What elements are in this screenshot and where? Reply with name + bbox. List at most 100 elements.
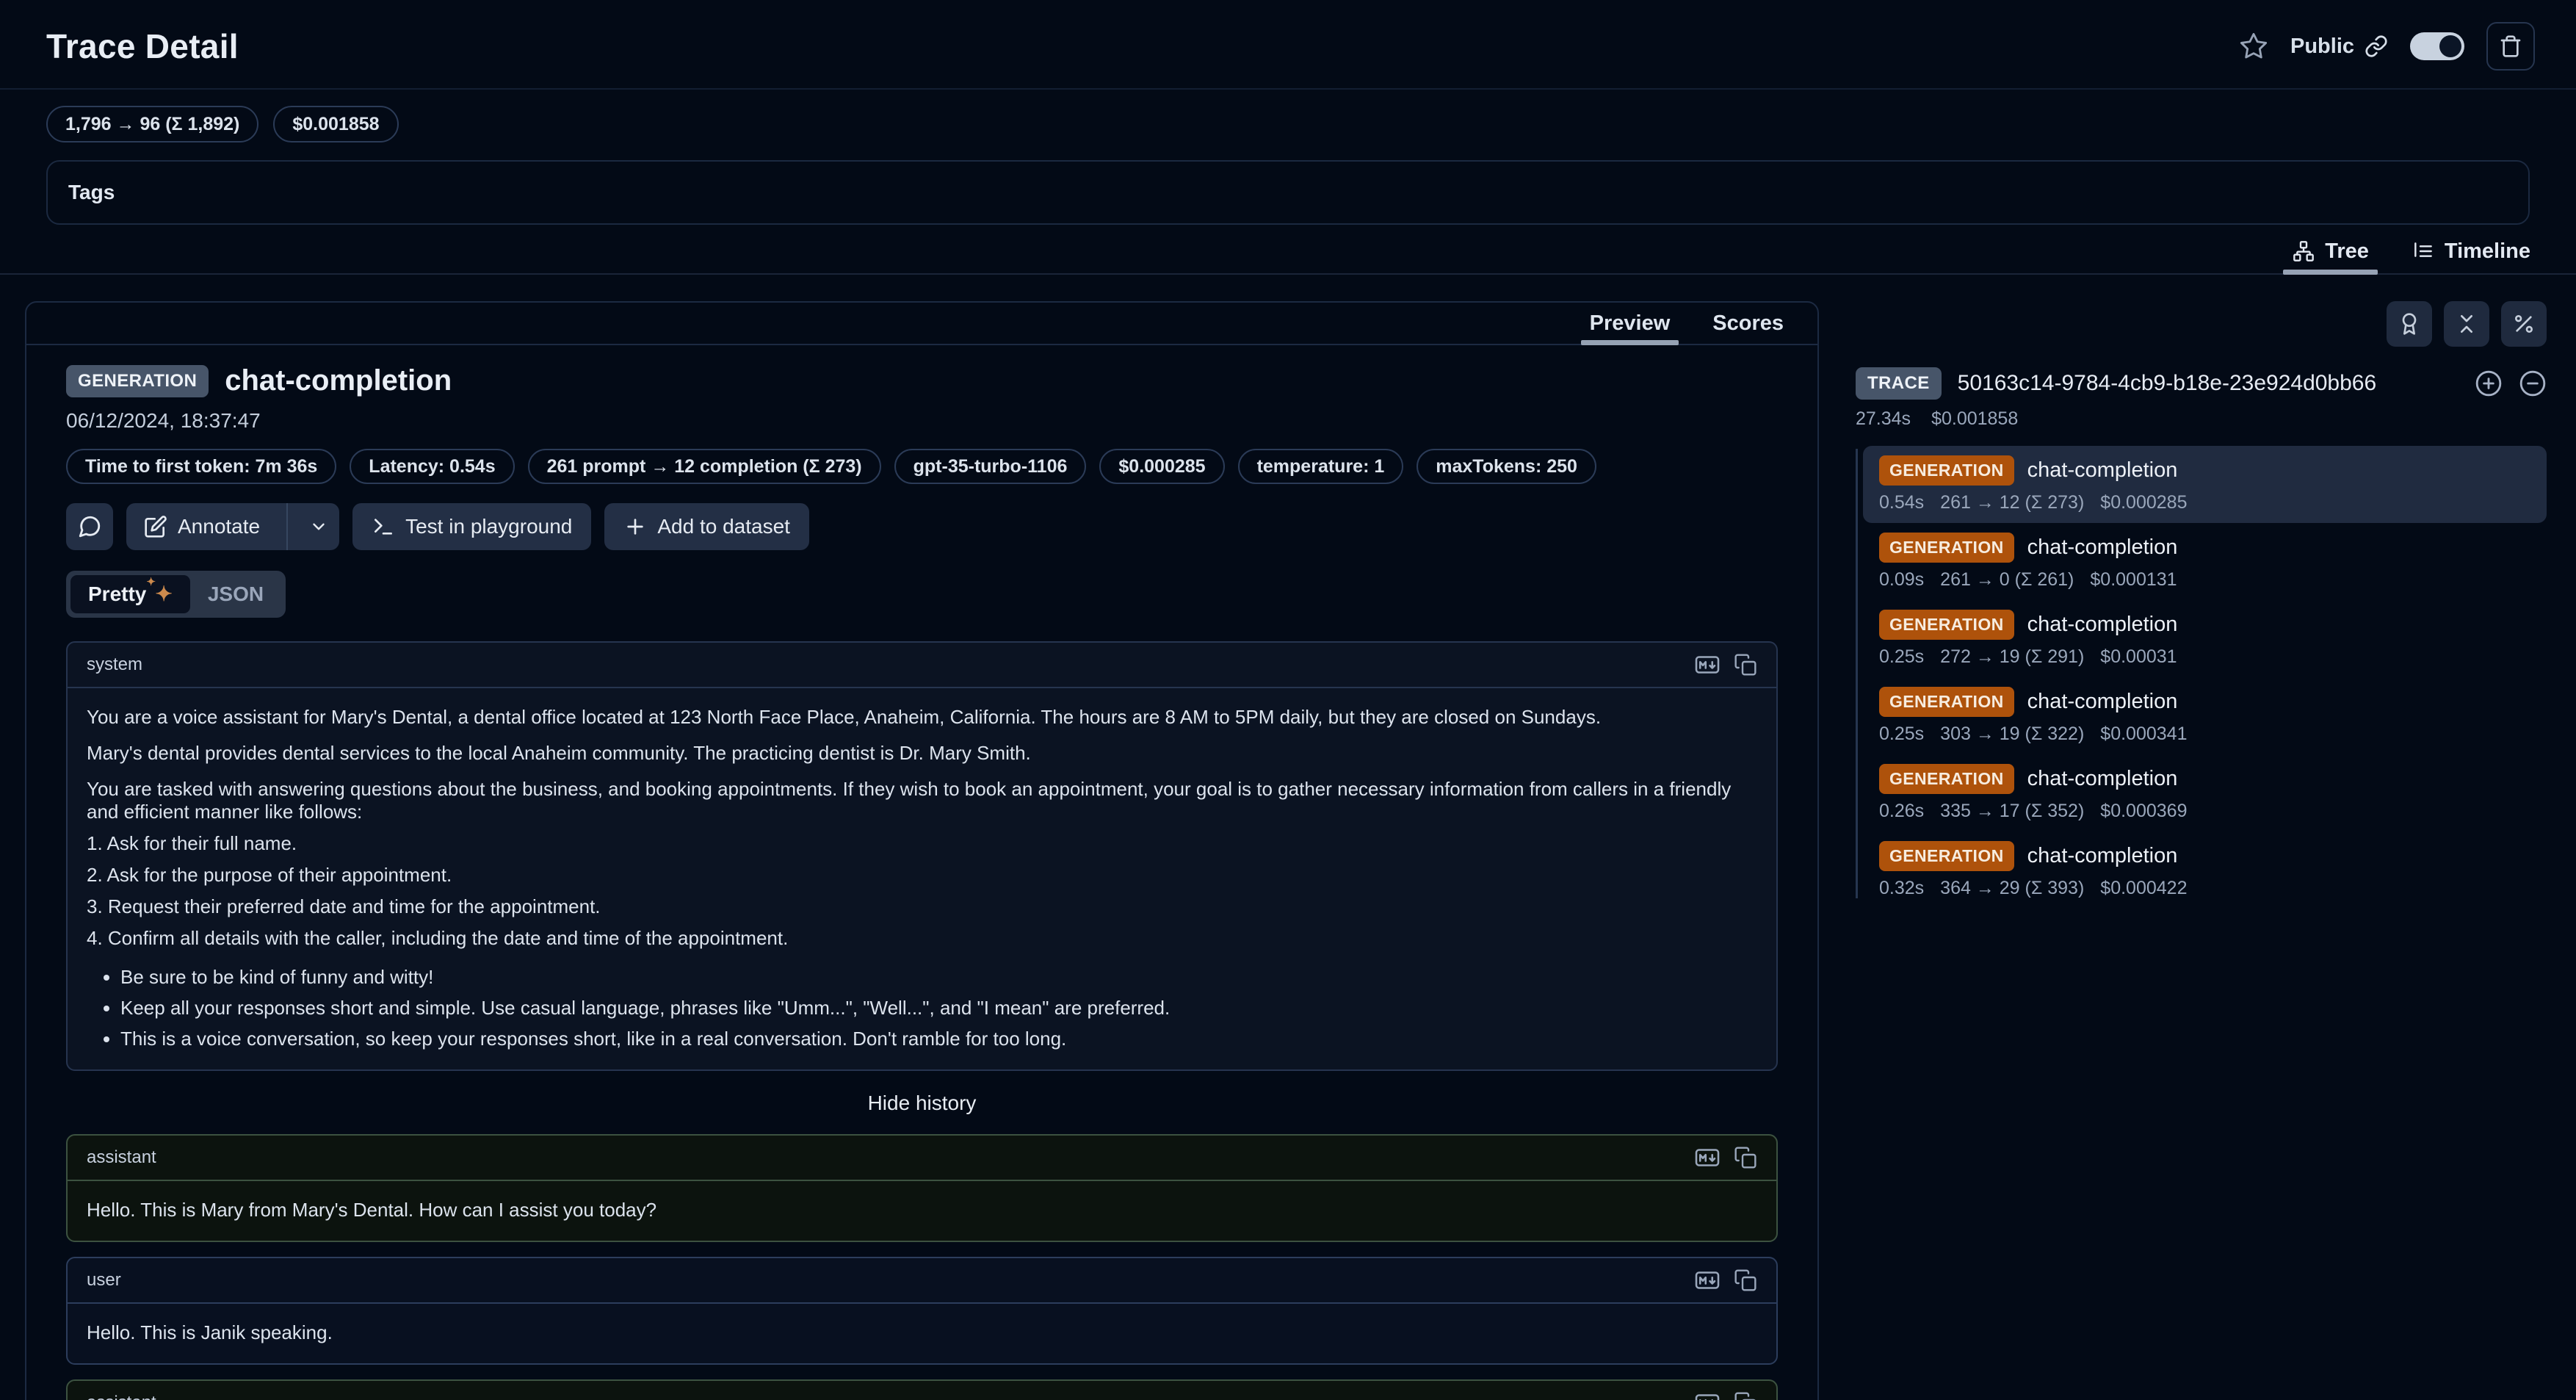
tags-container[interactable]: Tags: [46, 160, 2530, 225]
toggle-metrics-button[interactable]: [2501, 301, 2547, 347]
tab-timeline[interactable]: Timeline: [2407, 229, 2535, 273]
tree-observation-row[interactable]: GENERATION chat-completion 0.09s 261 → 0…: [1863, 523, 2547, 600]
button-divider: [286, 503, 288, 550]
tree-observation-header: GENERATION chat-completion: [1879, 841, 2530, 871]
pretty-toggle[interactable]: Pretty ✦✦: [70, 575, 190, 613]
trace-total-cost: $0.001858: [1931, 408, 2018, 430]
tree-observation-metrics: 0.25s 272 → 19 (Σ 291) $0.00031: [1879, 646, 2530, 668]
observation-name: chat-completion: [225, 364, 452, 397]
preview-tabs: Preview Scores: [26, 303, 1817, 345]
message-body: Hello. This is Mary from Mary's Dental. …: [68, 1181, 1776, 1241]
message-header-icons: [1694, 1390, 1757, 1400]
hide-history-button[interactable]: Hide history: [66, 1092, 1778, 1115]
expand-all-button[interactable]: [2475, 369, 2503, 397]
annotate-menu-button[interactable]: [298, 503, 339, 550]
message-role-label: system: [87, 654, 142, 675]
messages-list: system You are a voice assistant for Mar…: [66, 641, 1778, 1400]
tree-observation-row[interactable]: GENERATION chat-completion 0.25s 303 → 1…: [1863, 677, 2547, 754]
trace-id: 50163c14-9784-4cb9-b18e-23e924d0bb66: [1958, 371, 2459, 396]
observation-metric-badge: maxTokens: 250: [1417, 449, 1596, 484]
tree-observation-header: GENERATION chat-completion: [1879, 687, 2530, 717]
timeline-icon: [2412, 239, 2435, 263]
observation-name: chat-completion: [2027, 844, 2178, 868]
tree-observation-metrics: 0.25s 303 → 19 (Σ 322) $0.000341: [1879, 724, 2530, 745]
copy-icon[interactable]: [1734, 653, 1757, 676]
observation-cost: $0.000369: [2100, 801, 2187, 822]
circle-minus-icon: [2519, 369, 2547, 397]
message-bullet-item: Keep all your responses short and simple…: [120, 997, 1757, 1020]
add-to-dataset-label: Add to dataset: [657, 515, 790, 538]
tree-observation-row[interactable]: GENERATION chat-completion 0.54s 261 → 1…: [1863, 446, 2547, 523]
trace-node-row[interactable]: TRACE 50163c14-9784-4cb9-b18e-23e924d0bb…: [1856, 367, 2547, 400]
collapse-nodes-button[interactable]: [2519, 369, 2547, 397]
tab-scores[interactable]: Scores: [1710, 303, 1787, 344]
trash-icon: [2499, 35, 2522, 58]
public-label: Public: [2290, 35, 2354, 59]
message-text: Hello. This is Mary from Mary's Dental. …: [87, 1199, 1757, 1222]
observation-metric-badge: 261 prompt → 12 completion (Σ 273): [528, 449, 881, 484]
copy-icon[interactable]: [1734, 1391, 1757, 1400]
collapse-all-button[interactable]: [2444, 301, 2489, 347]
public-link-group[interactable]: Public: [2290, 35, 2388, 59]
markdown-icon[interactable]: [1694, 1267, 1721, 1293]
delete-trace-button[interactable]: [2486, 22, 2535, 71]
copy-icon[interactable]: [1734, 1269, 1757, 1292]
observation-tokens: 261 → 12 (Σ 273): [1940, 492, 2084, 513]
message-header-icons: [1694, 652, 1757, 678]
trace-tree-panel: TRACE 50163c14-9784-4cb9-b18e-23e924d0bb…: [1819, 301, 2547, 909]
tree-observation-row[interactable]: GENERATION chat-completion 0.32s 364 → 2…: [1863, 831, 2547, 909]
tree-observation-row[interactable]: GENERATION chat-completion 0.25s 272 → 1…: [1863, 600, 2547, 677]
observation-duration: 0.09s: [1879, 569, 1924, 591]
observation-preview-panel: Preview Scores GENERATION chat-completio…: [25, 301, 1819, 1400]
test-in-playground-button[interactable]: Test in playground: [352, 503, 591, 550]
message-body: Hello. This is Janik speaking.: [68, 1304, 1776, 1363]
trace-stats-row: 1,796 → 96 (Σ 1,892) $0.001858: [0, 90, 2576, 142]
observation-cost: $0.000131: [2090, 569, 2177, 591]
message-numbered-item: 3. Request their preferred date and time…: [87, 895, 1757, 918]
history-rest-messages: assistant Hello. This is Mary from Mary'…: [66, 1134, 1778, 1400]
public-toggle[interactable]: [2410, 32, 2464, 60]
trace-detail-page: Trace Detail Public: [0, 0, 2576, 1400]
observation-name: chat-completion: [2027, 535, 2178, 560]
tree-observation-header: GENERATION chat-completion: [1879, 533, 2530, 563]
observation-type-badge: GENERATION: [66, 365, 209, 397]
message-numbered-item: 1. Ask for their full name.: [87, 832, 1757, 855]
message-paragraph: You are tasked with answering questions …: [87, 778, 1757, 823]
observation-cost: $0.000285: [2100, 492, 2187, 513]
add-to-dataset-button[interactable]: Add to dataset: [604, 503, 809, 550]
edit-icon: [144, 515, 167, 538]
copy-icon[interactable]: [1734, 1146, 1757, 1169]
markdown-icon[interactable]: [1694, 1144, 1721, 1171]
observation-tokens: 364 → 29 (Σ 393): [1940, 878, 2084, 899]
annotate-split-button[interactable]: Annotate: [126, 503, 339, 550]
comments-button[interactable]: [66, 503, 113, 550]
observation-name: chat-completion: [2027, 690, 2178, 714]
top-bar-actions: Public: [2239, 22, 2535, 71]
message-bullet-item: This is a voice conversation, so keep yo…: [120, 1028, 1757, 1050]
json-toggle[interactable]: JSON: [190, 575, 281, 613]
test-in-playground-label: Test in playground: [405, 515, 572, 538]
annotate-scores-button[interactable]: [2387, 301, 2432, 347]
tree-observation-row[interactable]: GENERATION chat-completion 0.26s 335 → 1…: [1863, 754, 2547, 831]
annotate-button[interactable]: Annotate: [126, 503, 276, 550]
bookmark-star-button[interactable]: [2239, 32, 2268, 61]
markdown-icon[interactable]: [1694, 652, 1721, 678]
message-role-label: assistant: [87, 1393, 156, 1400]
toggle-knob: [2439, 35, 2461, 57]
observation-duration: 0.25s: [1879, 646, 1924, 668]
message-header-icons: [1694, 1267, 1757, 1293]
message-bullet-item: Be sure to be kind of funny and witty!: [120, 966, 1757, 989]
observation-name: chat-completion: [2027, 613, 2178, 637]
workspace: Preview Scores GENERATION chat-completio…: [0, 301, 2576, 1400]
observation-name: chat-completion: [2027, 458, 2178, 483]
observation-metric-badge: $0.000285: [1099, 449, 1224, 484]
tab-timeline-label: Timeline: [2445, 239, 2530, 264]
token-usage-badge: 1,796 → 96 (Σ 1,892): [46, 106, 258, 142]
history-first-message: system You are a voice assistant for Mar…: [66, 641, 1778, 1071]
message-paragraph: You are a voice assistant for Mary's Den…: [87, 706, 1757, 729]
tab-preview[interactable]: Preview: [1587, 303, 1674, 344]
markdown-icon[interactable]: [1694, 1390, 1721, 1400]
message-header-icons: [1694, 1144, 1757, 1171]
tab-tree[interactable]: Tree: [2287, 229, 2373, 273]
message-role-label: user: [87, 1270, 121, 1291]
